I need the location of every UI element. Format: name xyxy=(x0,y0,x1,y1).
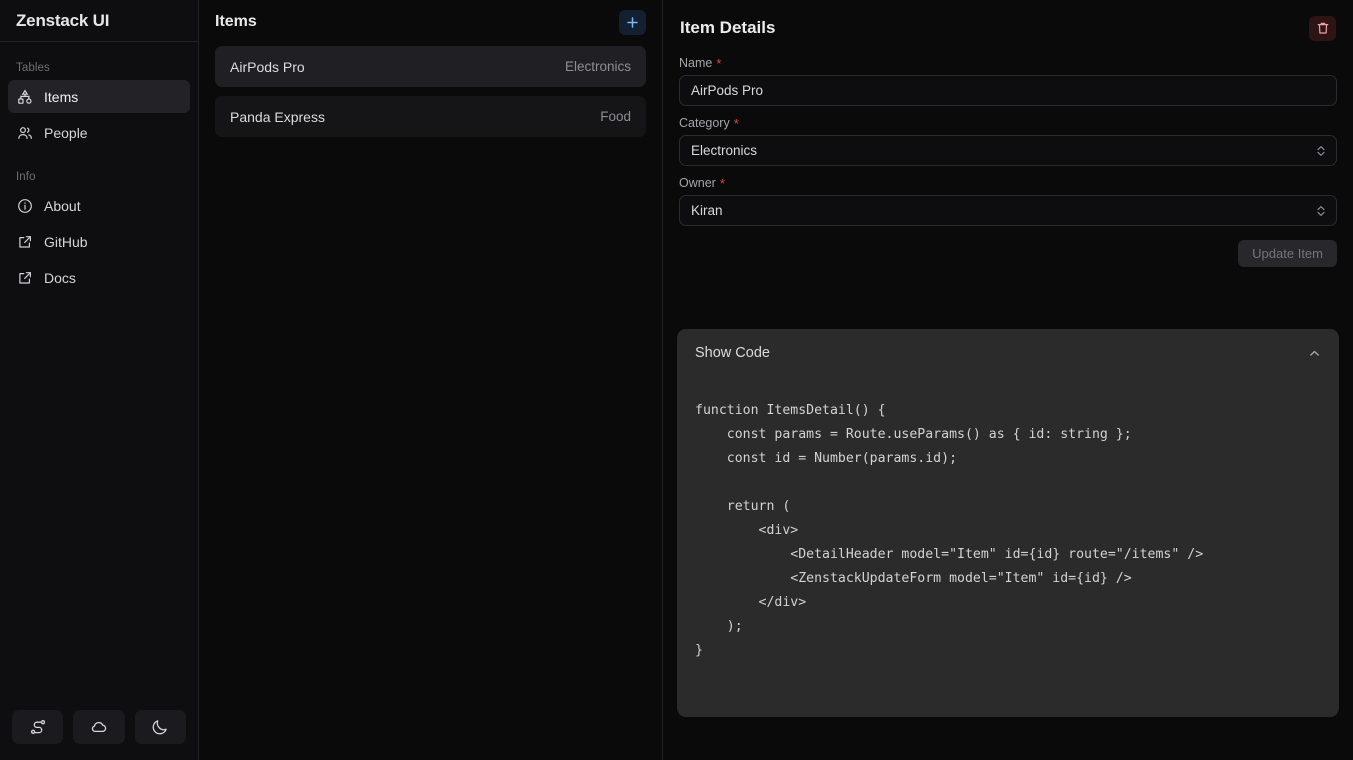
label-text: Owner xyxy=(679,176,716,190)
list-item[interactable]: AirPods Pro Electronics xyxy=(215,46,646,87)
app-root: Zenstack UI Tables Items xyxy=(0,0,1353,760)
items-list-panel: Items AirPods Pro Electronics Panda Expr… xyxy=(199,0,663,760)
sidebar-item-label: Docs xyxy=(44,270,76,286)
update-item-button[interactable]: Update Item xyxy=(1238,240,1337,267)
show-code-title: Show Code xyxy=(695,345,770,361)
list-item-name: Panda Express xyxy=(230,109,325,125)
nav-spacer xyxy=(8,152,190,165)
owner-select[interactable]: Kiran xyxy=(679,195,1337,226)
code-block: function ItemsDetail() { const params = … xyxy=(695,399,1321,663)
field-name: Name * xyxy=(679,56,1337,106)
list-item-category: Food xyxy=(600,109,631,124)
sidebar-item-label: People xyxy=(44,125,88,141)
sidebar-footer xyxy=(0,700,198,760)
external-link-icon xyxy=(17,234,33,250)
external-link-icon xyxy=(17,270,33,286)
route-icon xyxy=(29,718,47,736)
chevron-up-icon[interactable] xyxy=(1308,347,1321,360)
sidebar-item-github[interactable]: GitHub xyxy=(8,225,190,258)
sidebar: Zenstack UI Tables Items xyxy=(0,0,199,760)
users-icon xyxy=(17,125,33,141)
field-category: Category * Electronics xyxy=(679,116,1337,166)
sidebar-item-items[interactable]: Items xyxy=(8,80,190,113)
moon-icon xyxy=(151,718,169,736)
category-select[interactable]: Electronics xyxy=(679,135,1337,166)
info-circle-icon xyxy=(17,198,33,214)
dark-mode-toggle-button[interactable] xyxy=(135,710,186,744)
cloud-icon xyxy=(90,718,108,736)
plus-icon xyxy=(626,16,639,29)
trash-icon xyxy=(1316,21,1330,35)
delete-item-button[interactable] xyxy=(1309,16,1336,41)
field-label-category: Category * xyxy=(679,116,1337,130)
item-form: Name * Category * Electronics xyxy=(677,56,1339,267)
route-toggle-button[interactable] xyxy=(12,710,63,744)
list-item[interactable]: Panda Express Food xyxy=(215,96,646,137)
category-select-wrapper: Electronics xyxy=(679,135,1337,166)
sidebar-item-label: GitHub xyxy=(44,234,88,250)
brand-header: Zenstack UI xyxy=(0,0,198,42)
required-marker: * xyxy=(720,177,725,190)
sidebar-item-about[interactable]: About xyxy=(8,189,190,222)
show-code-toggle[interactable]: Show Code xyxy=(695,345,1321,361)
sidebar-group-label-tables: Tables xyxy=(8,56,190,80)
sidebar-item-people[interactable]: People xyxy=(8,116,190,149)
owner-select-wrapper: Kiran xyxy=(679,195,1337,226)
app-title: Zenstack UI xyxy=(16,11,109,31)
page-title: Item Details xyxy=(680,18,775,38)
field-owner: Owner * Kiran xyxy=(679,176,1337,226)
label-text: Category xyxy=(679,116,730,130)
items-list: AirPods Pro Electronics Panda Express Fo… xyxy=(215,44,646,137)
sidebar-nav: Tables Items xyxy=(0,42,198,700)
item-details-panel: Item Details Name * xyxy=(663,0,1353,760)
list-item-category: Electronics xyxy=(565,59,631,74)
list-header: Items xyxy=(215,0,646,44)
required-marker: * xyxy=(734,117,739,130)
field-label-owner: Owner * xyxy=(679,176,1337,190)
show-code-card: Show Code function ItemsDetail() { const… xyxy=(677,329,1339,717)
name-input[interactable] xyxy=(679,75,1337,106)
sidebar-item-label: Items xyxy=(44,89,78,105)
list-title: Items xyxy=(215,13,257,31)
hierarchy-icon xyxy=(17,89,33,105)
sidebar-group-label-info: Info xyxy=(8,165,190,189)
form-actions: Update Item xyxy=(679,240,1337,267)
list-item-name: AirPods Pro xyxy=(230,59,305,75)
field-label-name: Name * xyxy=(679,56,1337,70)
cloud-toggle-button[interactable] xyxy=(73,710,124,744)
required-marker: * xyxy=(716,57,721,70)
add-item-button[interactable] xyxy=(619,10,646,35)
label-text: Name xyxy=(679,56,712,70)
sidebar-item-docs[interactable]: Docs xyxy=(8,261,190,294)
detail-header: Item Details xyxy=(677,0,1339,56)
sidebar-item-label: About xyxy=(44,198,81,214)
